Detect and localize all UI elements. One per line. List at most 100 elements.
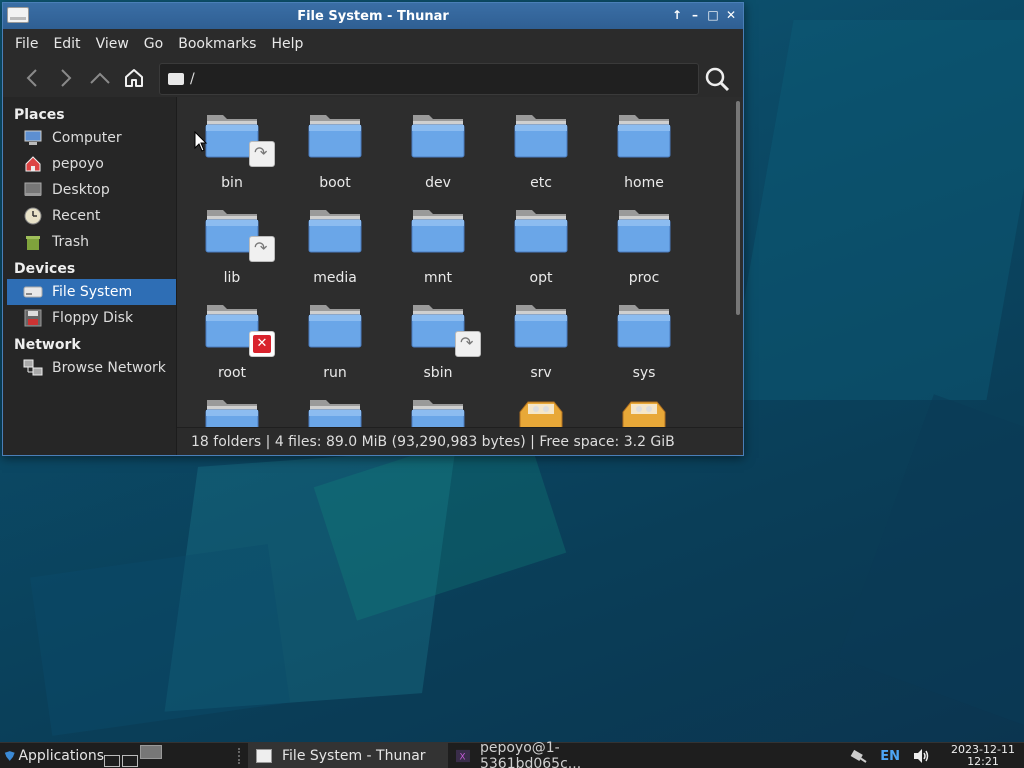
file-item[interactable]: run bbox=[292, 295, 378, 385]
sidebar-item-desktop[interactable]: Desktop bbox=[3, 177, 176, 203]
keyboard-layout-indicator[interactable]: EN bbox=[880, 749, 900, 764]
file-name: run bbox=[323, 365, 347, 381]
home-icon bbox=[23, 155, 43, 173]
sidebar-item-floppy-disk[interactable]: Floppy Disk bbox=[3, 305, 176, 331]
sidebar-item-file-system[interactable]: File System bbox=[7, 279, 176, 305]
file-item[interactable]: srv bbox=[498, 295, 584, 385]
file-item[interactable]: home bbox=[601, 105, 687, 195]
sidebar-heading-places: Places bbox=[14, 107, 65, 123]
sidebar-item-browse-network[interactable]: Browse Network bbox=[3, 355, 176, 381]
menu-edit[interactable]: Edit bbox=[47, 36, 86, 52]
sidebar: Places Computer pepoyo Desktop Recent Tr… bbox=[3, 97, 177, 455]
workspace-switcher bbox=[104, 744, 168, 767]
toolbar: / bbox=[3, 59, 743, 97]
search-icon bbox=[705, 67, 730, 92]
clock[interactable]: 2023-12-11 12:21 bbox=[942, 744, 1024, 768]
workspace-3[interactable] bbox=[140, 744, 162, 759]
file-name: sys bbox=[632, 365, 656, 381]
network-status-icon[interactable] bbox=[850, 748, 868, 764]
folder-icon bbox=[308, 115, 362, 158]
folder-icon bbox=[617, 210, 671, 253]
desktop-icon bbox=[23, 181, 43, 199]
menu-view[interactable]: View bbox=[90, 36, 135, 52]
computer-icon bbox=[23, 129, 43, 147]
clock-icon bbox=[23, 207, 43, 225]
clock-time: 12:21 bbox=[967, 755, 999, 768]
system-tray: EN 2023-12-11 12:21 bbox=[850, 743, 1024, 768]
floppy-icon bbox=[23, 309, 43, 327]
applications-menu-button[interactable]: Applications bbox=[0, 748, 104, 764]
xfce-logo-icon bbox=[4, 750, 15, 761]
no-access-badge-icon bbox=[249, 331, 275, 357]
forward-button[interactable] bbox=[49, 63, 83, 93]
workspace-1[interactable] bbox=[104, 754, 120, 767]
workspace-2[interactable] bbox=[122, 754, 138, 767]
sidebar-item-computer[interactable]: Computer bbox=[3, 125, 176, 151]
file-name: proc bbox=[628, 270, 660, 286]
drive-icon bbox=[23, 283, 43, 301]
maximize-button[interactable]: □ bbox=[707, 7, 719, 23]
minimize-button[interactable]: – bbox=[689, 7, 701, 23]
location-bar[interactable]: / bbox=[159, 63, 699, 95]
file-item[interactable]: sbin bbox=[395, 295, 481, 385]
file-item[interactable]: proc bbox=[601, 200, 687, 290]
sidebar-item-label: Recent bbox=[52, 208, 101, 224]
sidebar-heading-devices: Devices bbox=[14, 261, 76, 277]
arrow-left-icon bbox=[26, 69, 37, 87]
back-button[interactable] bbox=[15, 63, 49, 93]
menu-file[interactable]: File bbox=[9, 36, 44, 52]
folder-icon bbox=[617, 115, 671, 158]
file-item[interactable]: media bbox=[292, 200, 378, 290]
wallpaper-shape bbox=[30, 544, 290, 736]
sidebar-heading-network: Network bbox=[14, 337, 81, 353]
file-name: etc bbox=[530, 175, 552, 191]
location-path: / bbox=[190, 71, 195, 87]
sidebar-item-recent[interactable]: Recent bbox=[3, 203, 176, 229]
file-item[interactable]: root bbox=[189, 295, 275, 385]
sidebar-item-label: pepoyo bbox=[52, 156, 104, 172]
menu-help[interactable]: Help bbox=[265, 36, 309, 52]
symlink-badge-icon bbox=[455, 331, 481, 357]
file-item[interactable]: dev bbox=[395, 105, 481, 195]
file-name: root bbox=[217, 365, 247, 381]
vertical-scrollbar[interactable] bbox=[736, 101, 740, 315]
file-name: srv bbox=[530, 365, 552, 381]
wallpaper-shape bbox=[726, 20, 1024, 400]
menu-go[interactable]: Go bbox=[138, 36, 169, 52]
sidebar-item-trash[interactable]: Trash bbox=[3, 229, 176, 255]
folder-icon bbox=[308, 305, 362, 348]
search-button[interactable] bbox=[703, 65, 733, 93]
folder-icon bbox=[411, 210, 465, 253]
window-titlebar[interactable]: File System - Thunar ↑ – □ ✕ bbox=[3, 3, 743, 29]
volume-icon[interactable] bbox=[912, 748, 930, 764]
file-item[interactable]: etc bbox=[498, 105, 584, 195]
window-app-icon[interactable] bbox=[7, 7, 29, 23]
parent-folder-button[interactable] bbox=[83, 63, 117, 93]
menu-bookmarks[interactable]: Bookmarks bbox=[172, 36, 262, 52]
folder-icon bbox=[514, 115, 568, 158]
file-name: lib bbox=[223, 270, 241, 286]
taskbar-separator bbox=[238, 747, 244, 764]
file-item[interactable]: sys bbox=[601, 295, 687, 385]
network-icon bbox=[23, 359, 43, 377]
file-item[interactable]: lib bbox=[189, 200, 275, 290]
file-name: media bbox=[313, 270, 357, 286]
terminal-icon: X bbox=[456, 749, 470, 762]
file-name: opt bbox=[529, 270, 553, 286]
folder-icon bbox=[514, 210, 568, 253]
task-thunar[interactable]: File System - Thunar bbox=[248, 742, 448, 768]
file-item[interactable]: mnt bbox=[395, 200, 481, 290]
task-terminal[interactable]: X pepoyo@1-5361bd065c... bbox=[448, 740, 648, 768]
close-button[interactable]: ✕ bbox=[725, 7, 737, 23]
file-item[interactable]: boot bbox=[292, 105, 378, 195]
file-item[interactable]: opt bbox=[498, 200, 584, 290]
file-view[interactable]: bin boot dev etc home lib media mnt opt proc root r… bbox=[177, 97, 743, 455]
svg-text:X: X bbox=[459, 752, 465, 762]
sidebar-item-pepoyo[interactable]: pepoyo bbox=[3, 151, 176, 177]
mouse-cursor-icon bbox=[194, 131, 208, 152]
folder-icon bbox=[617, 305, 671, 348]
sidebar-item-label: File System bbox=[52, 284, 133, 300]
raise-button[interactable]: ↑ bbox=[671, 7, 683, 23]
home-button[interactable] bbox=[117, 63, 151, 93]
drive-icon bbox=[168, 73, 184, 85]
